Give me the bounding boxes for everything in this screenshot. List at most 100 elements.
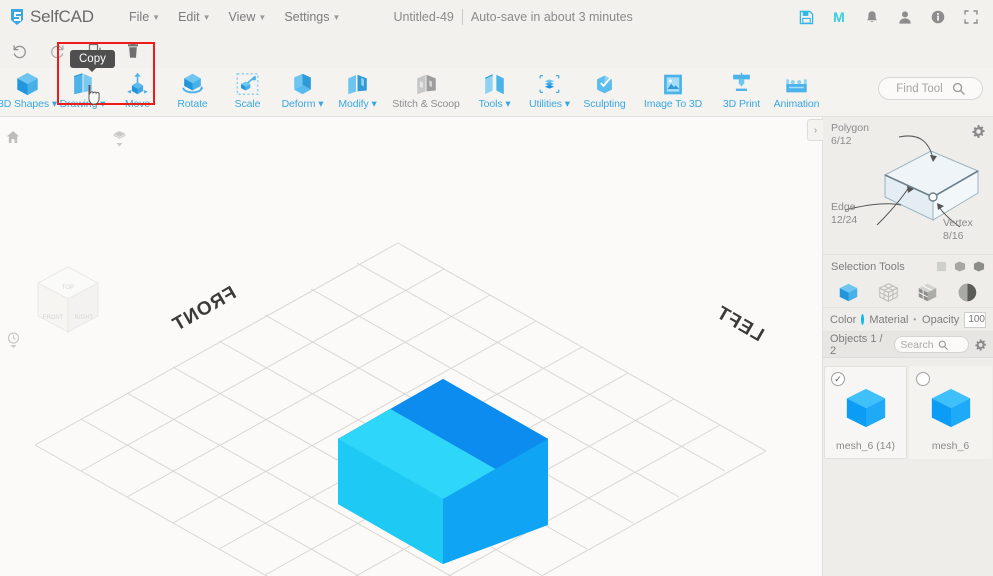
object-checkbox-unchecked[interactable] <box>916 372 930 386</box>
select-small-icon-2 <box>954 261 966 272</box>
select-small-icon-3 <box>973 261 985 272</box>
notification-bell-icon[interactable] <box>864 9 880 25</box>
objects-search-input[interactable]: Search <box>894 336 969 353</box>
selection-tools-mini-icons <box>936 261 985 272</box>
tool-tools-label: Tools ▾ <box>478 98 511 110</box>
menu-view-label: View <box>228 10 256 24</box>
tool-utilities[interactable]: Utilities ▾ <box>522 68 577 117</box>
view-settings-icon[interactable] <box>6 332 21 354</box>
objects-settings-gear-icon[interactable] <box>975 338 986 351</box>
edge-label: Edge <box>831 201 856 213</box>
list-item[interactable]: mesh_6 <box>909 366 992 459</box>
objects-count-label: Objects 1 / 2 <box>830 332 883 357</box>
objects-search-placeholder: Search <box>900 338 934 351</box>
find-tool-placeholder: Find Tool <box>896 82 943 95</box>
select-vertex-mode[interactable] <box>876 281 900 305</box>
material-icon[interactable] <box>913 314 917 325</box>
selfcad-logo-icon <box>8 7 26 27</box>
tool-utilities-label: Utilities ▾ <box>529 98 570 110</box>
select-object-mode[interactable] <box>837 281 861 305</box>
menubar-right-icons: M <box>798 9 979 25</box>
delete-button[interactable] <box>114 36 152 66</box>
chevron-down-icon: ▼ <box>202 13 211 22</box>
opacity-input[interactable]: 100 <box>964 311 986 328</box>
menu-view[interactable]: View ▼ <box>220 7 276 27</box>
tool-scale[interactable]: Scale <box>220 68 275 117</box>
stitch-scoop-icon <box>413 71 440 97</box>
svg-text:M: M <box>833 10 845 25</box>
deform-icon <box>289 71 316 97</box>
select-small-icon-1 <box>936 261 947 272</box>
objects-header: Objects 1 / 2 Search <box>823 332 993 358</box>
utilities-icon <box>536 71 563 97</box>
image-to-3d-icon <box>660 71 686 97</box>
view-cube: TOP FRONT RIGHT <box>36 266 100 333</box>
right-panel: › Polygon 6/12 Edge 12/24 Vertex 8/16 Se… <box>807 117 993 576</box>
opacity-label: Opacity <box>922 313 960 326</box>
tool-3d-print[interactable]: 3D Print <box>714 68 769 117</box>
model-boxes <box>338 379 548 564</box>
fullscreen-icon[interactable] <box>963 9 979 25</box>
user-account-icon[interactable] <box>897 9 913 25</box>
select-edge-mode[interactable] <box>916 281 940 305</box>
autosave-status: Auto-save in about 3 minutes <box>470 10 633 24</box>
3d-viewport[interactable]: FRONT LEFT RIGHT BACK TOP FRONT RIGHT Y … <box>0 117 822 576</box>
object-checkbox-checked[interactable]: ✓ <box>831 372 845 386</box>
tool-image-to-3d-label: Image To 3D <box>643 98 703 110</box>
menu-file[interactable]: File ▼ <box>120 7 169 27</box>
panel-collapse-button[interactable]: › <box>807 119 823 141</box>
animation-icon <box>783 71 810 97</box>
tool-3d-shapes-label: 3D Shapes ▾ <box>0 98 58 110</box>
tool-tools[interactable]: Tools ▾ <box>467 68 522 117</box>
polygon-count: Polygon 6/12 <box>831 122 869 148</box>
color-swatch[interactable] <box>861 314 865 325</box>
tool-move[interactable]: Move <box>110 68 165 117</box>
tool-image-to-3d[interactable]: Image To 3D <box>632 68 714 117</box>
find-tool-search[interactable]: Find Tool <box>878 77 983 100</box>
app-logo[interactable]: SelfCAD <box>8 7 120 27</box>
edge-count: Edge 12/24 <box>831 201 857 227</box>
quick-action-bar: Copy <box>0 34 993 105</box>
menu-settings[interactable]: Settings ▼ <box>275 7 349 27</box>
select-polygon-mode[interactable] <box>955 281 979 305</box>
search-icon <box>938 340 948 350</box>
list-item[interactable]: ✓ mesh_6 (14) <box>824 366 907 459</box>
tool-3d-shapes[interactable]: 3D Shapes ▾ <box>0 68 58 117</box>
layers-icon[interactable] <box>113 131 126 152</box>
material-label: Material <box>869 313 909 326</box>
chevron-down-icon: ▼ <box>258 13 267 22</box>
title-divider <box>461 9 463 25</box>
tool-animation[interactable]: Animation <box>769 68 824 117</box>
tool-modify[interactable]: Modify ▾ <box>330 68 385 117</box>
tool-deform[interactable]: Deform ▾ <box>275 68 330 117</box>
tool-move-label: Move <box>124 98 151 110</box>
selection-mode-row <box>823 278 993 308</box>
document-title[interactable]: Untitled-49 <box>393 10 453 24</box>
svg-text:RIGHT: RIGHT <box>75 315 94 321</box>
app-brand-text: SelfCAD <box>30 7 94 26</box>
chevron-down-icon: ▼ <box>152 13 161 22</box>
objects-list: ✓ mesh_6 (14) mesh_6 <box>823 358 993 459</box>
object-name: mesh_6 (14) <box>836 440 895 452</box>
tool-rotate-label: Rotate <box>177 98 208 110</box>
tool-sculpting[interactable]: Sculpting <box>577 68 632 117</box>
tool-modify-label: Modify ▾ <box>338 98 377 110</box>
save-icon[interactable] <box>798 9 814 25</box>
menu-settings-label: Settings <box>284 10 330 24</box>
color-label: Color <box>830 313 857 326</box>
menu-file-label: File <box>129 10 150 24</box>
menu-bar: SelfCAD File ▼ Edit ▼ View ▼ Settings ▼ Unti… <box>0 0 993 34</box>
viewport-label-left: LEFT <box>712 302 767 346</box>
svg-text:FRONT: FRONT <box>43 315 64 321</box>
home-view-icon[interactable] <box>6 130 20 149</box>
m-logo-icon[interactable]: M <box>831 9 847 25</box>
tool-rotate[interactable]: Rotate <box>165 68 220 117</box>
svg-text:TOP: TOP <box>62 285 74 291</box>
vertex-value: 8/16 <box>943 230 964 242</box>
polygon-label: Polygon <box>831 122 869 134</box>
undo-button[interactable] <box>0 36 38 66</box>
vertex-count: Vertex 8/16 <box>943 217 973 243</box>
info-icon[interactable] <box>930 9 946 25</box>
menu-edit[interactable]: Edit ▼ <box>169 7 219 27</box>
tool-stitch-and-scoop[interactable]: Stitch & Scoop <box>385 68 467 117</box>
